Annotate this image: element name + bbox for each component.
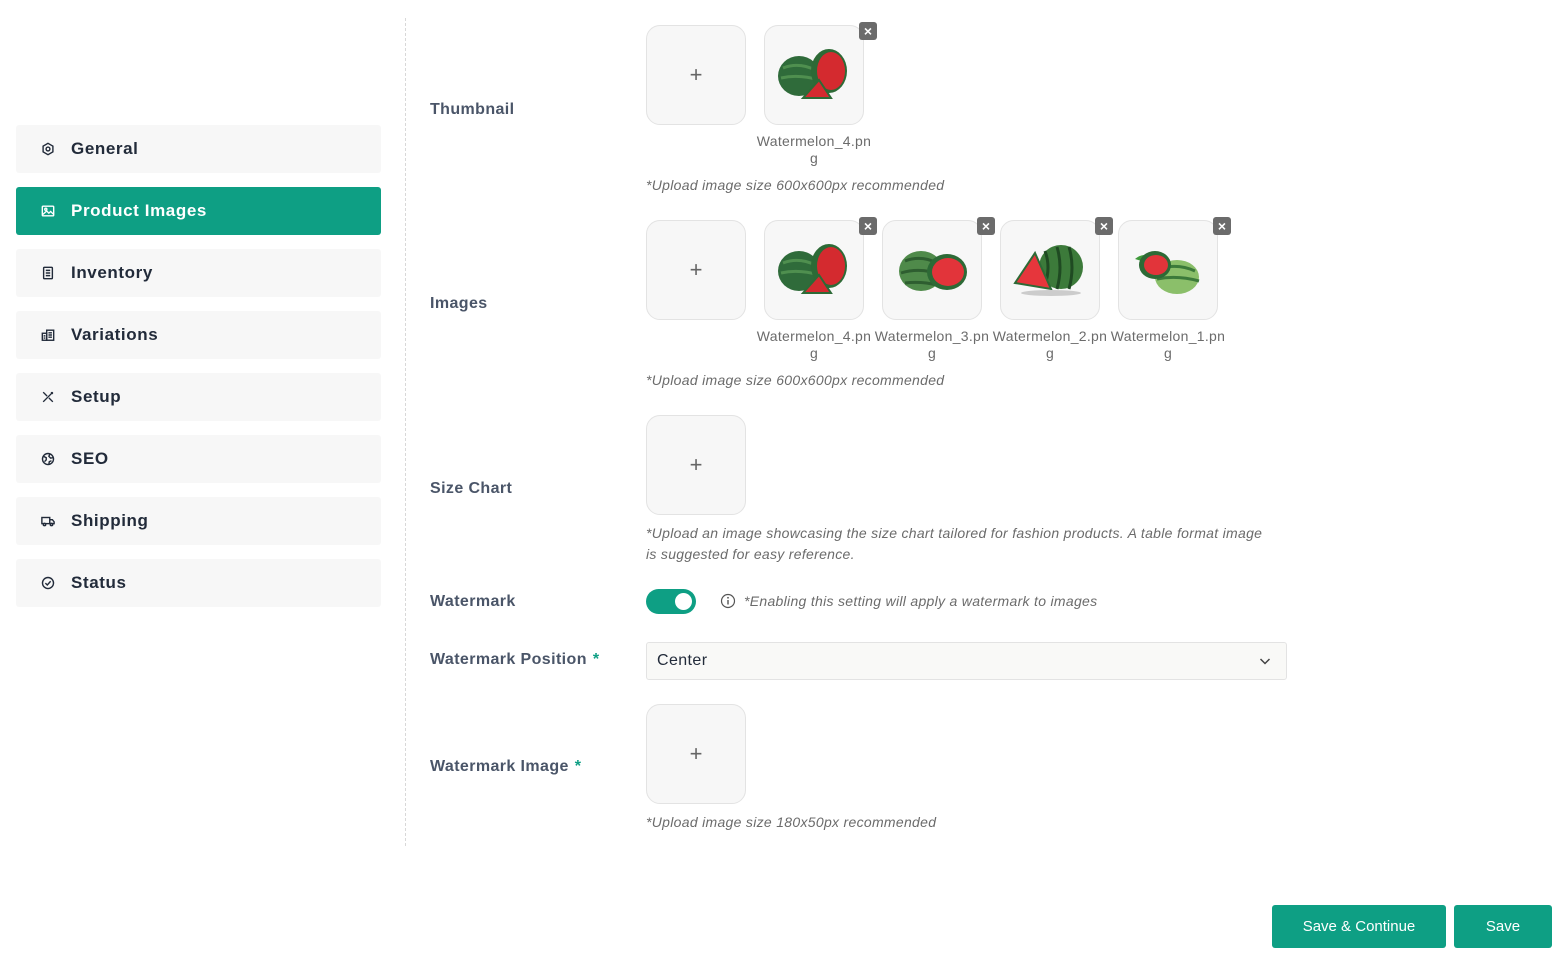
sidebar-item-label: Product Images	[71, 201, 207, 220]
plus-icon: +	[689, 62, 703, 87]
remove-thumbnail-button[interactable]: ×	[859, 22, 877, 40]
size-chart-hint-line: is suggested for easy reference.	[646, 546, 855, 562]
thumbnail-label: Thumbnail	[430, 101, 515, 118]
plus-icon: +	[689, 257, 703, 282]
thumbnail-hint: *Upload image size 600x600px recommended	[646, 177, 945, 193]
images-hint: *Upload image size 600x600px recommended	[646, 372, 945, 388]
hexagon-gear-icon	[40, 141, 56, 157]
thumbnail-image-preview: ×	[764, 22, 877, 125]
watermark-position-select[interactable]: Center	[646, 642, 1287, 680]
image-file-name: Watermelon_1.png	[1110, 328, 1226, 361]
images-label: Images	[430, 295, 488, 312]
watermelon-image-icon	[778, 49, 847, 99]
watermelon-image-icon	[899, 251, 967, 291]
remove-image-button[interactable]: ×	[859, 217, 877, 235]
sidebar-item-label: Status	[71, 573, 127, 592]
globe-icon	[40, 451, 56, 467]
save-and-continue-button[interactable]: Save & Continue	[1272, 905, 1446, 948]
watermark-position-value: Center	[657, 652, 708, 669]
watermark-position-label: Watermark Position *	[430, 651, 600, 669]
remove-image-button[interactable]: ×	[1213, 217, 1231, 235]
sidebar-item-variations[interactable]: Variations	[16, 311, 381, 359]
tools-icon	[40, 389, 56, 405]
sidebar-item-label: SEO	[71, 449, 109, 468]
image-file-name: Watermelon_2.png	[992, 328, 1108, 361]
chevron-down-icon	[1259, 658, 1271, 665]
truck-icon	[40, 513, 56, 529]
watermark-image-label: Watermark Image *	[430, 758, 581, 776]
variations-icon	[40, 327, 56, 343]
info-icon	[720, 593, 736, 609]
plus-icon: +	[689, 741, 703, 766]
save-button[interactable]: Save	[1454, 905, 1552, 948]
watermark-image-upload-button[interactable]: +	[646, 704, 746, 804]
watermelon-image-icon	[1135, 251, 1200, 294]
check-circle-icon	[40, 575, 56, 591]
thumbnail-file-name: Watermelon_4.png	[756, 133, 872, 166]
size-chart-upload-button[interactable]: +	[646, 415, 746, 515]
image-preview: ×	[1000, 217, 1113, 320]
size-chart-hint-line: *Upload an image showcasing the size cha…	[646, 525, 1263, 541]
sidebar-item-label: Setup	[71, 387, 122, 406]
document-icon	[40, 265, 56, 281]
sidebar-item-setup[interactable]: Setup	[16, 373, 381, 421]
toggle-knob	[675, 593, 692, 610]
sidebar-item-seo[interactable]: SEO	[16, 435, 381, 483]
sidebar-item-label: Variations	[71, 325, 159, 344]
sidebar-item-general[interactable]: General	[16, 125, 381, 173]
required-mark: *	[592, 651, 600, 668]
sidebar-item-label: Inventory	[71, 263, 153, 282]
image-preview: ×	[1118, 217, 1231, 320]
remove-image-button[interactable]: ×	[977, 217, 995, 235]
watermark-label: Watermark	[430, 593, 516, 610]
image-icon	[40, 203, 56, 219]
sidebar: General Product Images Inventory Variati…	[16, 125, 381, 621]
required-mark: *	[574, 758, 582, 775]
watermelon-image-icon	[778, 244, 847, 294]
sidebar-item-inventory[interactable]: Inventory	[16, 249, 381, 297]
image-file-name: Watermelon_3.png	[874, 328, 990, 361]
sidebar-item-product-images[interactable]: Product Images	[16, 187, 381, 235]
image-preview: ×	[882, 217, 995, 320]
sidebar-item-status[interactable]: Status	[16, 559, 381, 607]
plus-icon: +	[689, 452, 703, 477]
watermark-hint: *Enabling this setting will apply a wate…	[744, 593, 1098, 609]
sidebar-item-label: General	[71, 139, 139, 158]
watermark-position-label-text: Watermark Position	[430, 651, 587, 668]
image-file-name: Watermelon_4.png	[756, 328, 872, 361]
remove-image-button[interactable]: ×	[1095, 217, 1113, 235]
sidebar-item-label: Shipping	[71, 511, 149, 530]
size-chart-label: Size Chart	[430, 480, 513, 497]
thumbnail-upload-button[interactable]: +	[646, 25, 746, 125]
watermark-image-label-text: Watermark Image	[430, 758, 569, 775]
watermark-image-hint: *Upload image size 180x50px recommended	[646, 814, 937, 830]
watermark-toggle[interactable]	[646, 589, 696, 614]
watermelon-image-icon	[1013, 245, 1083, 296]
images-upload-button[interactable]: +	[646, 220, 746, 320]
size-chart-hint: *Upload an image showcasing the size cha…	[646, 523, 1262, 565]
sidebar-item-shipping[interactable]: Shipping	[16, 497, 381, 545]
image-preview: ×	[764, 217, 877, 320]
section-divider	[405, 18, 406, 846]
